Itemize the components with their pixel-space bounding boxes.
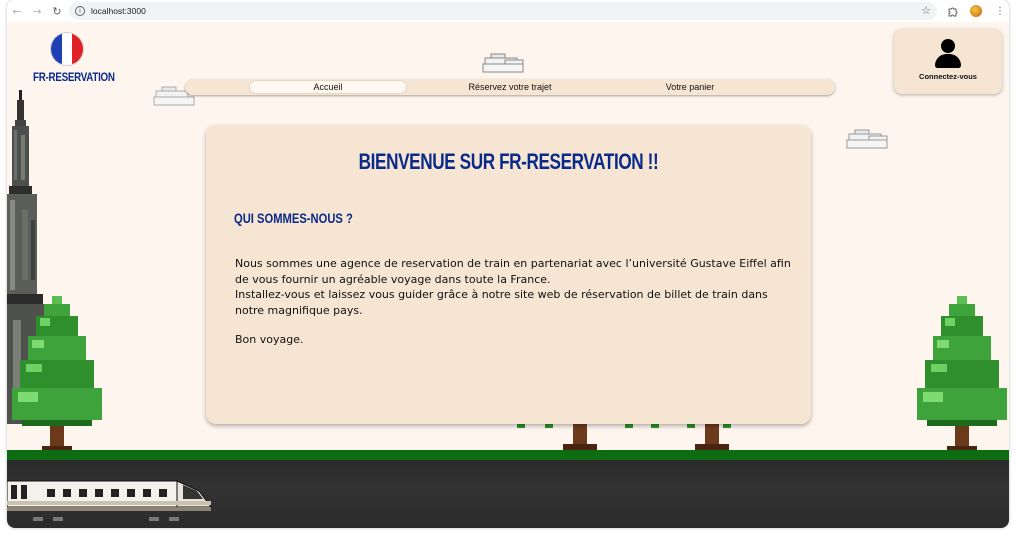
forward-arrow-icon[interactable]: →	[29, 3, 45, 19]
address-bar[interactable]: i localhost:3000 ☆	[69, 2, 937, 20]
user-icon	[935, 39, 961, 69]
cloud-illustration	[482, 53, 524, 73]
browser-toolbar: ← → ↻ i localhost:3000 ☆ ⋮	[7, 0, 1009, 22]
login-button[interactable]: Connectez-vous	[894, 29, 1002, 94]
french-flag-icon	[50, 32, 84, 66]
cloud-illustration	[846, 129, 888, 149]
reload-icon[interactable]: ↻	[49, 3, 65, 19]
browser-menu-icon[interactable]: ⋮	[991, 2, 1009, 20]
guide-paragraph: Installez-vous et laissez vous guider gr…	[235, 288, 768, 317]
flag-blue-stripe	[51, 33, 62, 65]
grass-strip	[7, 450, 1009, 460]
extensions-icon[interactable]	[943, 2, 961, 20]
site-logo[interactable]: FR-RESERVATION	[27, 32, 115, 84]
back-arrow-icon[interactable]: ←	[9, 3, 25, 19]
flag-white-stripe	[61, 33, 73, 65]
flag-red-stripe	[72, 33, 83, 65]
tree-left-illustration	[12, 296, 102, 452]
nav-item-reservez-trajet[interactable]: Réservez votre trajet	[435, 80, 585, 94]
nav-item-accueil[interactable]: Accueil	[249, 80, 407, 94]
brand-name: FR-RESERVATION	[33, 72, 115, 84]
page-title: BIENVENUE SUR FR-RESERVATION !!	[358, 149, 659, 174]
closing-paragraph: Bon voyage.	[235, 333, 304, 346]
browser-window: ← → ↻ i localhost:3000 ☆ ⋮ FR-RESERVATIO…	[7, 0, 1009, 528]
welcome-card: BIENVENUE SUR FR-RESERVATION !! QUI SOMM…	[206, 125, 811, 424]
profile-avatar[interactable]	[967, 2, 985, 20]
bookmark-star-icon[interactable]: ☆	[921, 4, 931, 17]
nav-item-panier[interactable]: Votre panier	[625, 80, 755, 94]
page-viewport: FR-RESERVATION Accueil Réservez votre tr…	[7, 22, 1009, 528]
section-title: QUI SOMMES-NOUS ?	[234, 210, 353, 226]
main-navbar: Accueil Réservez votre trajet Votre pani…	[185, 79, 835, 95]
intro-paragraph: Nous sommes une agence de reservation de…	[235, 257, 791, 286]
address-url: localhost:3000	[91, 6, 146, 16]
login-label: Connectez-vous	[919, 72, 977, 81]
train-illustration	[7, 480, 212, 521]
tree-right-illustration	[917, 296, 1007, 452]
site-info-icon[interactable]: i	[75, 6, 85, 16]
